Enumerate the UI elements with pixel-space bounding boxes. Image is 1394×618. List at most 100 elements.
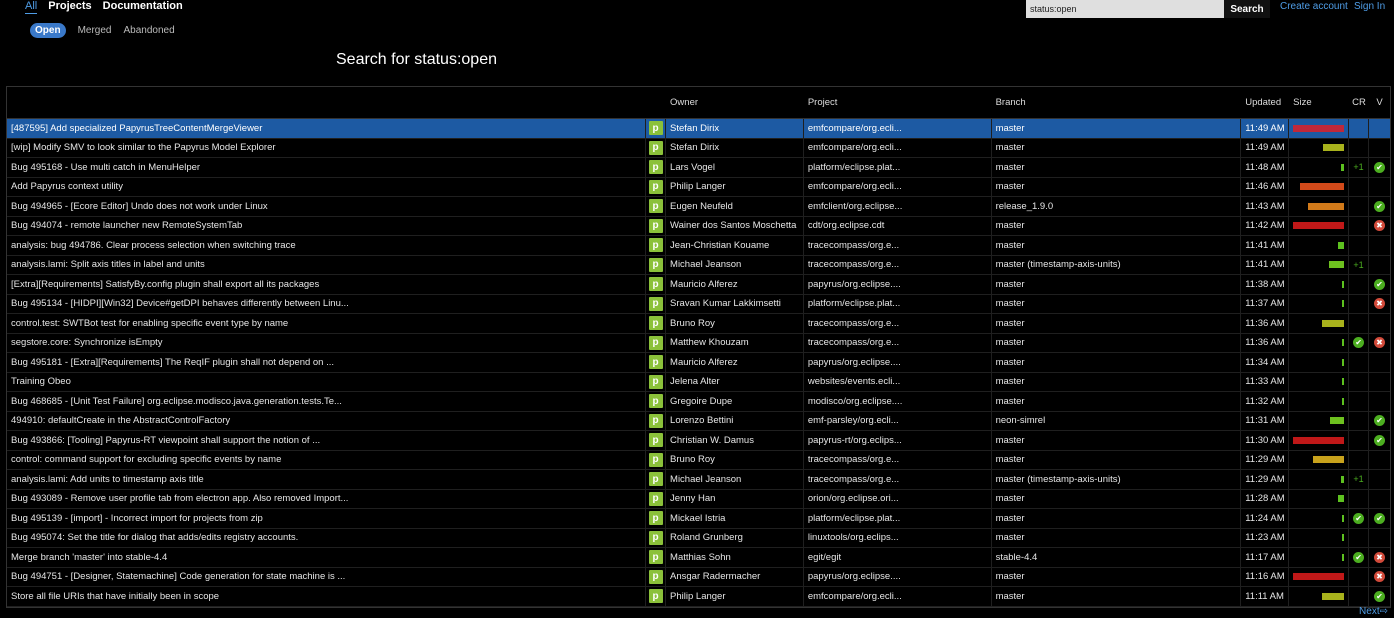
change-owner[interactable]: Jenny Han	[666, 489, 804, 508]
sign-in-link[interactable]: Sign In	[1354, 1, 1385, 12]
change-owner[interactable]: Wainer dos Santos Moschetta	[666, 216, 804, 235]
table-row[interactable]: Bug 495074: Set the title for dialog tha…	[7, 528, 1390, 548]
change-subject[interactable]: Bug 494074 - remote launcher new RemoteS…	[7, 216, 647, 235]
change-branch[interactable]: master	[992, 275, 1242, 294]
change-project[interactable]: modisco/org.eclipse....	[804, 392, 992, 411]
nav-tab-all[interactable]: All	[25, 0, 38, 14]
change-branch[interactable]: master	[992, 431, 1242, 450]
search-button[interactable]: Search	[1224, 0, 1270, 18]
change-branch[interactable]: master	[992, 294, 1242, 313]
change-subject[interactable]: 494910: defaultCreate in the AbstractCon…	[7, 411, 647, 430]
change-subject[interactable]: Bug 495139 - [import] - Incorrect import…	[7, 509, 647, 528]
change-subject[interactable]: analysis.lami: Split axis titles in labe…	[7, 255, 647, 274]
change-project[interactable]: tracecompass/org.e...	[804, 450, 992, 469]
change-project[interactable]: papyrus/org.eclipse....	[804, 567, 992, 586]
table-row[interactable]: [487595] Add specialized PapyrusTreeCont…	[7, 119, 1390, 139]
table-row[interactable]: Bug 494074 - remote launcher new RemoteS…	[7, 216, 1390, 236]
change-owner[interactable]: Gregoire Dupe	[666, 392, 804, 411]
change-owner[interactable]: Philip Langer	[666, 177, 804, 196]
change-branch[interactable]: master	[992, 216, 1242, 235]
table-row[interactable]: Bug 495134 - [HIDPI][Win32] Device#getDP…	[7, 294, 1390, 314]
change-project[interactable]: websites/events.ecli...	[804, 372, 992, 391]
table-row[interactable]: Add Papyrus context utility p Philip Lange…	[7, 177, 1390, 197]
change-branch[interactable]: master	[992, 587, 1242, 606]
subtab-merged[interactable]: Merged	[78, 25, 112, 36]
change-project[interactable]: tracecompass/org.e...	[804, 470, 992, 489]
change-branch[interactable]: master	[992, 528, 1242, 547]
change-branch[interactable]: master	[992, 392, 1242, 411]
change-subject[interactable]: Bug 468685 - [Unit Test Failure] org.ecl…	[7, 392, 647, 411]
change-owner[interactable]: Michael Jeanson	[666, 255, 804, 274]
change-owner[interactable]: Stefan Dirix	[666, 138, 804, 157]
table-row[interactable]: Merge branch 'master' into stable-4.4 p Ma…	[7, 548, 1390, 568]
change-subject[interactable]: Bug 494965 - [Ecore Editor] Undo does no…	[7, 197, 647, 216]
change-owner[interactable]: Eugen Neufeld	[666, 197, 804, 216]
change-owner[interactable]: Ansgar Radermacher	[666, 567, 804, 586]
change-branch[interactable]: master	[992, 158, 1242, 177]
create-account-link[interactable]: Create account	[1280, 1, 1348, 12]
table-row[interactable]: control.test: SWTBot test for enabling s…	[7, 314, 1390, 334]
change-owner[interactable]: Matthew Khouzam	[666, 333, 804, 352]
change-branch[interactable]: master	[992, 333, 1242, 352]
change-owner[interactable]: Roland Grunberg	[666, 528, 804, 547]
change-owner[interactable]: Jean-Christian Kouame	[666, 236, 804, 255]
change-branch[interactable]: master	[992, 489, 1242, 508]
change-project[interactable]: tracecompass/org.e...	[804, 314, 992, 333]
change-branch[interactable]: master	[992, 236, 1242, 255]
change-owner[interactable]: Lorenzo Bettini	[666, 411, 804, 430]
table-row[interactable]: Bug 493089 - Remove user profile tab fro…	[7, 489, 1390, 509]
change-owner[interactable]: Mauricio Alferez	[666, 275, 804, 294]
change-branch[interactable]: master	[992, 119, 1242, 138]
change-project[interactable]: emfcompare/org.ecli...	[804, 138, 992, 157]
change-subject[interactable]: control.test: SWTBot test for enabling s…	[7, 314, 647, 333]
change-owner[interactable]: Michael Jeanson	[666, 470, 804, 489]
table-row[interactable]: analysis.lami: Split axis titles in labe…	[7, 255, 1390, 275]
change-project[interactable]: platform/eclipse.plat...	[804, 509, 992, 528]
nav-tab-documentation[interactable]: Documentation	[103, 0, 183, 14]
change-project[interactable]: platform/eclipse.plat...	[804, 158, 992, 177]
change-owner[interactable]: Philip Langer	[666, 587, 804, 606]
change-subject[interactable]: Bug 493089 - Remove user profile tab fro…	[7, 489, 647, 508]
table-row[interactable]: Training Obeo p Jelena Alter websites/event…	[7, 372, 1390, 392]
change-owner[interactable]: Bruno Roy	[666, 314, 804, 333]
change-branch[interactable]: master (timestamp-axis-units)	[992, 470, 1242, 489]
change-subject[interactable]: [487595] Add specialized PapyrusTreeCont…	[7, 119, 647, 138]
subtab-open[interactable]: Open	[30, 23, 66, 38]
table-row[interactable]: Store all file URIs that have initially …	[7, 587, 1390, 607]
change-branch[interactable]: master	[992, 450, 1242, 469]
change-branch[interactable]: master	[992, 314, 1242, 333]
change-project[interactable]: emfcompare/org.ecli...	[804, 119, 992, 138]
change-subject[interactable]: analysis: bug 494786. Clear process sele…	[7, 236, 647, 255]
change-project[interactable]: platform/eclipse.plat...	[804, 294, 992, 313]
change-owner[interactable]: Bruno Roy	[666, 450, 804, 469]
change-owner[interactable]: Matthias Sohn	[666, 548, 804, 567]
next-page-link[interactable]: Next⇨	[1359, 606, 1388, 617]
change-subject[interactable]: Store all file URIs that have initially …	[7, 587, 647, 606]
change-branch[interactable]: neon-simrel	[992, 411, 1242, 430]
change-owner[interactable]: Christian W. Damus	[666, 431, 804, 450]
table-row[interactable]: Bug 494751 - [Designer, Statemachine] Co…	[7, 567, 1390, 587]
search-input[interactable]	[1026, 0, 1224, 18]
change-project[interactable]: emf-parsley/org.ecli...	[804, 411, 992, 430]
change-subject[interactable]: Add Papyrus context utility	[7, 177, 647, 196]
change-subject[interactable]: Bug 493866: [Tooling] Papyrus-RT viewpoi…	[7, 431, 647, 450]
change-branch[interactable]: master	[992, 353, 1242, 372]
change-owner[interactable]: Mickael Istria	[666, 509, 804, 528]
change-project[interactable]: papyrus/org.eclipse....	[804, 353, 992, 372]
table-row[interactable]: Bug 493866: [Tooling] Papyrus-RT viewpoi…	[7, 431, 1390, 451]
table-row[interactable]: Bug 495168 - Use multi catch in MenuHelp…	[7, 158, 1390, 178]
change-branch[interactable]: release_1.9.0	[992, 197, 1242, 216]
table-row[interactable]: [Extra][Requirements] SatisfyBy.config p…	[7, 275, 1390, 295]
change-subject[interactable]: segstore.core: Synchronize isEmpty	[7, 333, 647, 352]
change-branch[interactable]: master	[992, 509, 1242, 528]
nav-tab-projects[interactable]: Projects	[48, 0, 91, 14]
change-project[interactable]: papyrus/org.eclipse....	[804, 275, 992, 294]
change-subject[interactable]: Bug 495074: Set the title for dialog tha…	[7, 528, 647, 547]
change-project[interactable]: emfcompare/org.ecli...	[804, 177, 992, 196]
subtab-abandoned[interactable]: Abandoned	[123, 25, 174, 36]
change-owner[interactable]: Sravan Kumar Lakkimsetti	[666, 294, 804, 313]
change-subject[interactable]: [wip] Modify SMV to look similar to the …	[7, 138, 647, 157]
change-owner[interactable]: Mauricio Alferez	[666, 353, 804, 372]
change-branch[interactable]: stable-4.4	[992, 548, 1242, 567]
change-subject[interactable]: Bug 495168 - Use multi catch in MenuHelp…	[7, 158, 647, 177]
